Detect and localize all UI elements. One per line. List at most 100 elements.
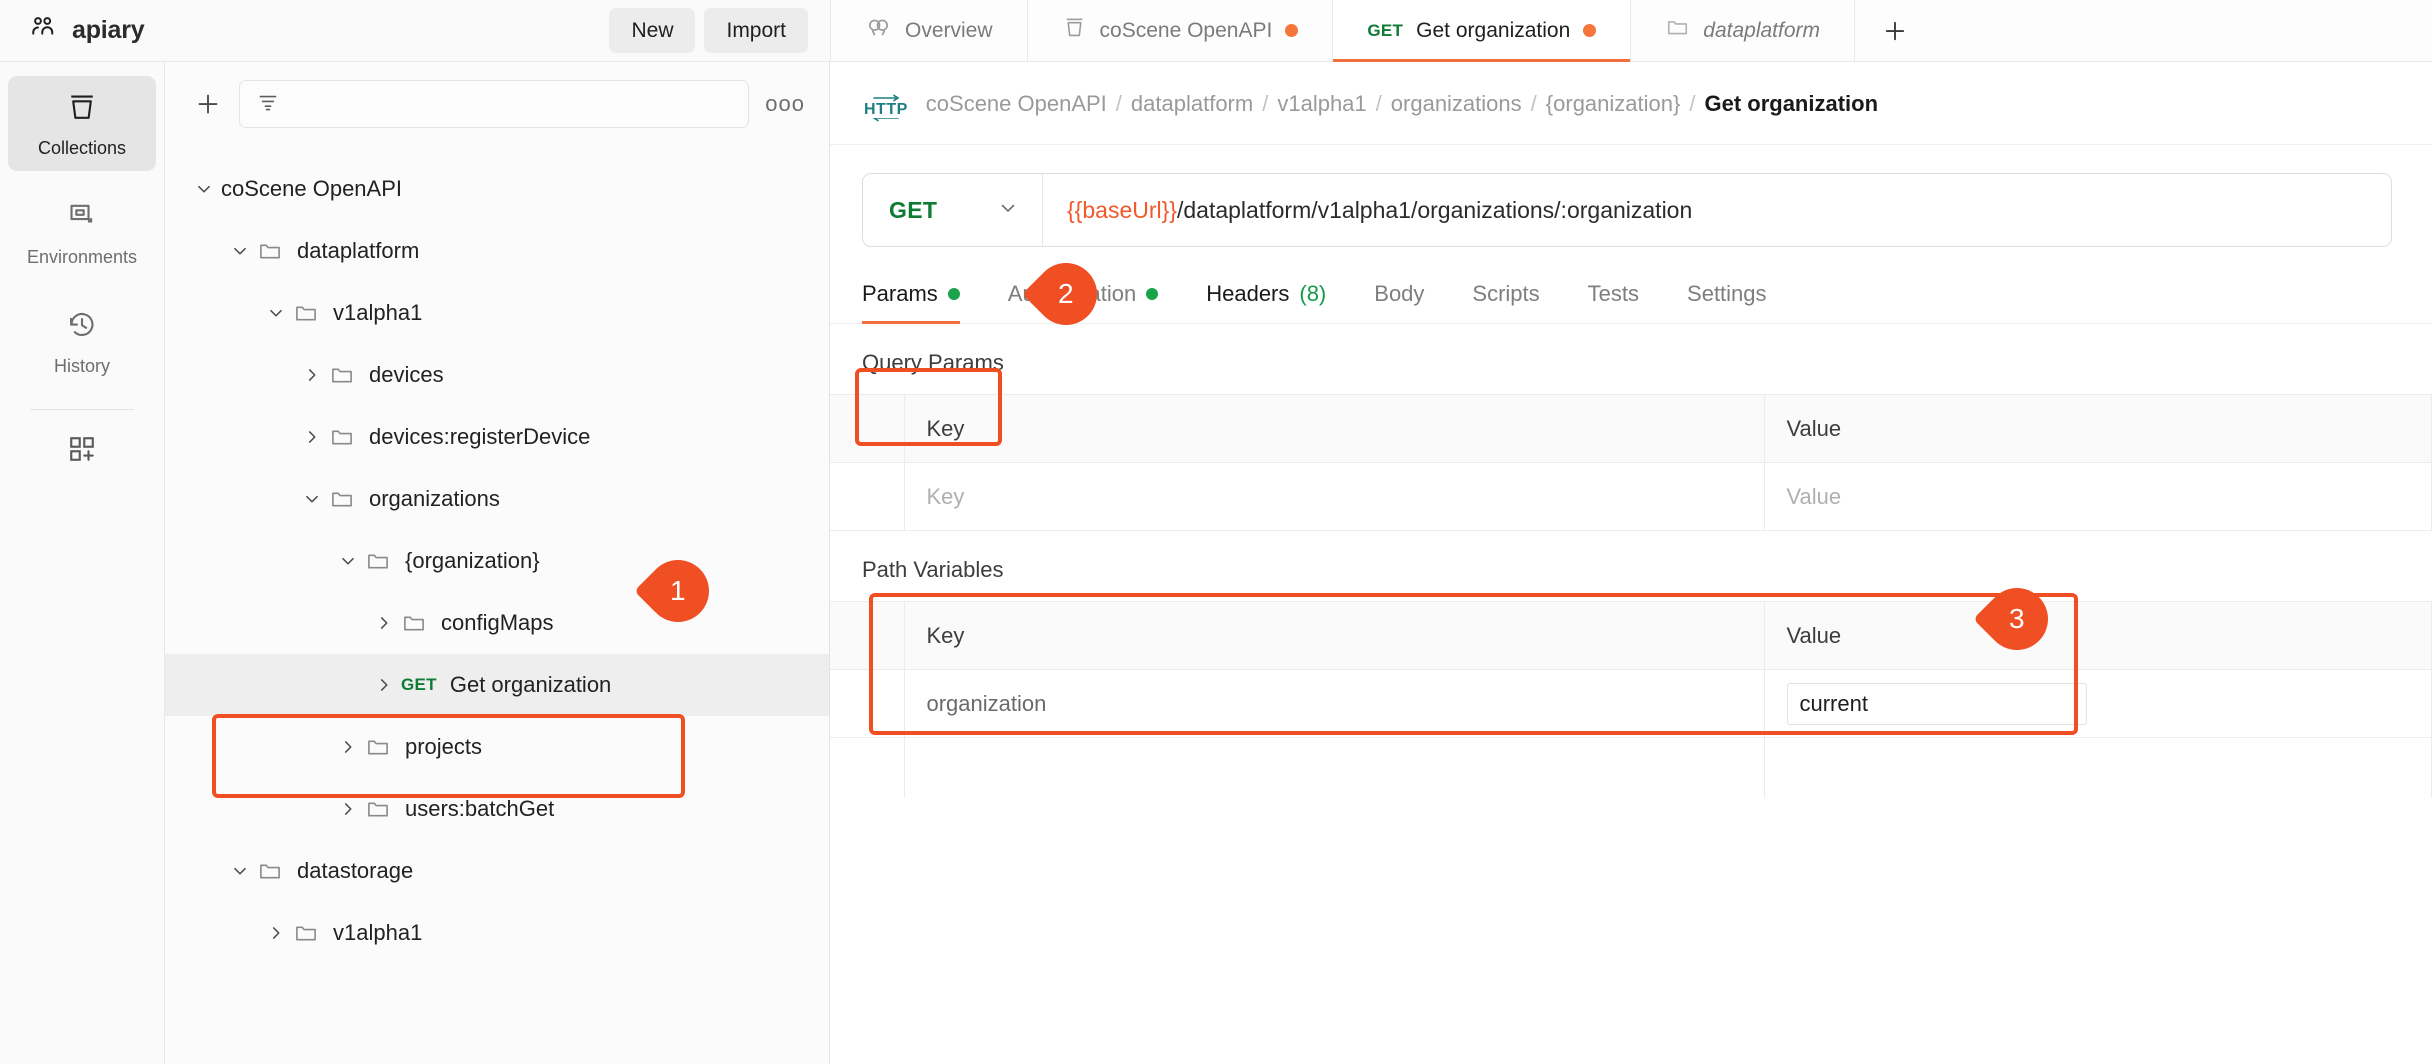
request-tab-tests[interactable]: Tests bbox=[1588, 281, 1639, 323]
request-tab-label: Settings bbox=[1687, 281, 1767, 306]
tab-coscene-openapi[interactable]: coScene OpenAPI bbox=[1028, 0, 1334, 61]
configured-dot bbox=[947, 288, 960, 300]
chevron-right-icon[interactable] bbox=[295, 364, 329, 386]
table-row[interactable]: organization current bbox=[830, 669, 2432, 738]
sidebar-folder-projects[interactable]: projects bbox=[165, 716, 829, 778]
chevron-down-icon[interactable] bbox=[223, 240, 257, 262]
new-button[interactable]: New bbox=[609, 8, 696, 53]
filter-icon bbox=[256, 90, 280, 119]
chevron-down-icon[interactable] bbox=[259, 302, 293, 324]
api-client-window: apiary New Import Overview coScene OpenA… bbox=[0, 0, 2432, 1064]
sidebar-folder-v1alpha1[interactable]: v1alpha1 bbox=[165, 282, 829, 344]
url-input[interactable]: {{baseUrl}}/dataplatform/v1alpha1/organi… bbox=[1043, 174, 2391, 246]
select-all-cell[interactable] bbox=[830, 601, 905, 670]
cell-value[interactable]: current bbox=[1764, 669, 2432, 738]
column-header-key: Key bbox=[904, 601, 1765, 670]
request-tab-params[interactable]: Params bbox=[862, 281, 960, 324]
tab-overview[interactable]: Overview bbox=[830, 0, 1028, 61]
value-placeholder: Value bbox=[1786, 483, 1842, 509]
chevron-down-icon[interactable] bbox=[187, 178, 221, 200]
plus-icon[interactable] bbox=[193, 89, 223, 119]
more-options-icon[interactable]: ooo bbox=[765, 91, 805, 117]
select-all-cell[interactable] bbox=[830, 394, 905, 463]
chevron-right-icon[interactable] bbox=[259, 922, 293, 944]
breadcrumb-item[interactable]: coScene OpenAPI bbox=[926, 91, 1107, 116]
add-apps-icon[interactable] bbox=[8, 432, 156, 466]
breadcrumb-item[interactable]: dataplatform bbox=[1131, 91, 1253, 116]
tab-label: Overview bbox=[905, 18, 993, 42]
top-bar: apiary New Import Overview coScene OpenA… bbox=[0, 0, 2432, 62]
sidebar-request-get-organization[interactable]: GET Get organization bbox=[165, 654, 829, 716]
request-tab-label: Authorization bbox=[1007, 281, 1137, 306]
tree-node-label: {organization} bbox=[405, 548, 540, 573]
folder-icon bbox=[293, 920, 319, 946]
sidebar-folder-coscene-openapi[interactable]: coScene OpenAPI bbox=[165, 158, 829, 220]
url-bar: GET {{baseUrl}}/dataplatform/v1alpha1/or… bbox=[862, 173, 2392, 247]
sidebar-folder-devices[interactable]: devices bbox=[165, 344, 829, 406]
chevron-right-icon[interactable] bbox=[331, 798, 365, 820]
row-checkbox-cell[interactable] bbox=[830, 669, 905, 738]
sidebar-folder-users-batchget[interactable]: users:batchGet bbox=[165, 778, 829, 840]
cell-key[interactable]: Key bbox=[904, 462, 1765, 531]
tree-node-label: devices:registerDevice bbox=[369, 424, 591, 449]
chevron-down-icon bbox=[996, 196, 1020, 225]
rail-item-environments[interactable]: Environments bbox=[8, 185, 156, 280]
table-row[interactable]: Key Value bbox=[830, 462, 2432, 531]
path-variable-key: organization bbox=[926, 690, 1047, 716]
chevron-right-icon[interactable] bbox=[331, 736, 365, 758]
request-tab-settings[interactable]: Settings bbox=[1687, 281, 1767, 323]
main-body: Collections Environments History ooo coS… bbox=[0, 62, 2432, 1064]
configured-dot bbox=[1146, 288, 1159, 300]
breadcrumb-item[interactable]: {organization} bbox=[1546, 91, 1681, 116]
rail-item-history[interactable]: History bbox=[8, 294, 156, 389]
request-tab-scripts[interactable]: Scripts bbox=[1472, 281, 1539, 323]
request-tab-authorization[interactable]: Authorization bbox=[1007, 281, 1159, 323]
sidebar-folder--organization-[interactable]: {organization} bbox=[165, 530, 829, 592]
sidebar-folder-configmaps[interactable]: configMaps bbox=[165, 592, 829, 654]
sidebar-folder-v1alpha1[interactable]: v1alpha1 bbox=[165, 902, 829, 964]
sidebar-folder-dataplatform[interactable]: dataplatform bbox=[165, 220, 829, 282]
method-select[interactable]: GET bbox=[863, 174, 1043, 246]
overview-icon bbox=[865, 14, 892, 47]
request-tab-count: (8) bbox=[1299, 281, 1327, 306]
url-row: GET {{baseUrl}}/dataplatform/v1alpha1/or… bbox=[830, 145, 2432, 247]
sidebar-folder-datastorage[interactable]: datastorage bbox=[165, 840, 829, 902]
folder-icon bbox=[365, 734, 391, 760]
row-checkbox-cell[interactable] bbox=[830, 462, 905, 531]
chevron-down-icon[interactable] bbox=[223, 860, 257, 882]
path-variable-value[interactable]: current bbox=[1786, 682, 2087, 725]
chevron-right-icon[interactable] bbox=[367, 674, 401, 696]
chevron-down-icon[interactable] bbox=[295, 488, 329, 510]
cell-value[interactable]: Value bbox=[1764, 462, 2432, 531]
tab-dataplatform[interactable]: dataplatform bbox=[1631, 0, 1856, 61]
tab-get-organization[interactable]: GET Get organization bbox=[1333, 0, 1632, 62]
cell-key[interactable]: organization bbox=[904, 669, 1765, 738]
breadcrumb-item[interactable]: organizations bbox=[1391, 91, 1522, 116]
chevron-down-icon[interactable] bbox=[331, 550, 365, 572]
chevron-right-icon[interactable] bbox=[367, 612, 401, 634]
request-method-label: GET bbox=[401, 675, 437, 694]
breadcrumb: HTTP coScene OpenAPI / dataplatform / v1alph… bbox=[830, 62, 2432, 145]
rail-item-collections[interactable]: Collections bbox=[8, 76, 156, 171]
import-button[interactable]: Import bbox=[704, 8, 808, 53]
request-tab-label: Params bbox=[862, 281, 938, 306]
breadcrumb-item[interactable]: v1alpha1 bbox=[1277, 91, 1366, 116]
request-tab-headers[interactable]: Headers (8) bbox=[1206, 281, 1326, 323]
column-header-key: Key bbox=[904, 394, 1765, 463]
request-tab-label: Headers bbox=[1206, 281, 1290, 306]
collections-icon bbox=[65, 90, 99, 129]
sidebar-folder-devices-registerdevice[interactable]: devices:registerDevice bbox=[165, 406, 829, 468]
sidebar-folder-organizations[interactable]: organizations bbox=[165, 468, 829, 530]
breadcrumb-text: coScene OpenAPI / dataplatform / v1alpha1/or… bbox=[925, 91, 1879, 116]
workspace-name[interactable]: apiary bbox=[28, 13, 145, 48]
folder-icon bbox=[329, 362, 355, 388]
chevron-right-icon[interactable] bbox=[295, 426, 329, 448]
query-params-title: Query Params bbox=[862, 350, 1004, 375]
search-input[interactable] bbox=[239, 80, 750, 128]
new-tab-button[interactable] bbox=[1855, 0, 1935, 61]
table-header-row: Key Value bbox=[830, 394, 2432, 463]
request-tab-body[interactable]: Body bbox=[1374, 281, 1424, 323]
sidebar-toolbar: ooo bbox=[165, 62, 829, 144]
column-header-value: Value bbox=[1764, 394, 2432, 463]
folder-icon bbox=[365, 548, 391, 574]
